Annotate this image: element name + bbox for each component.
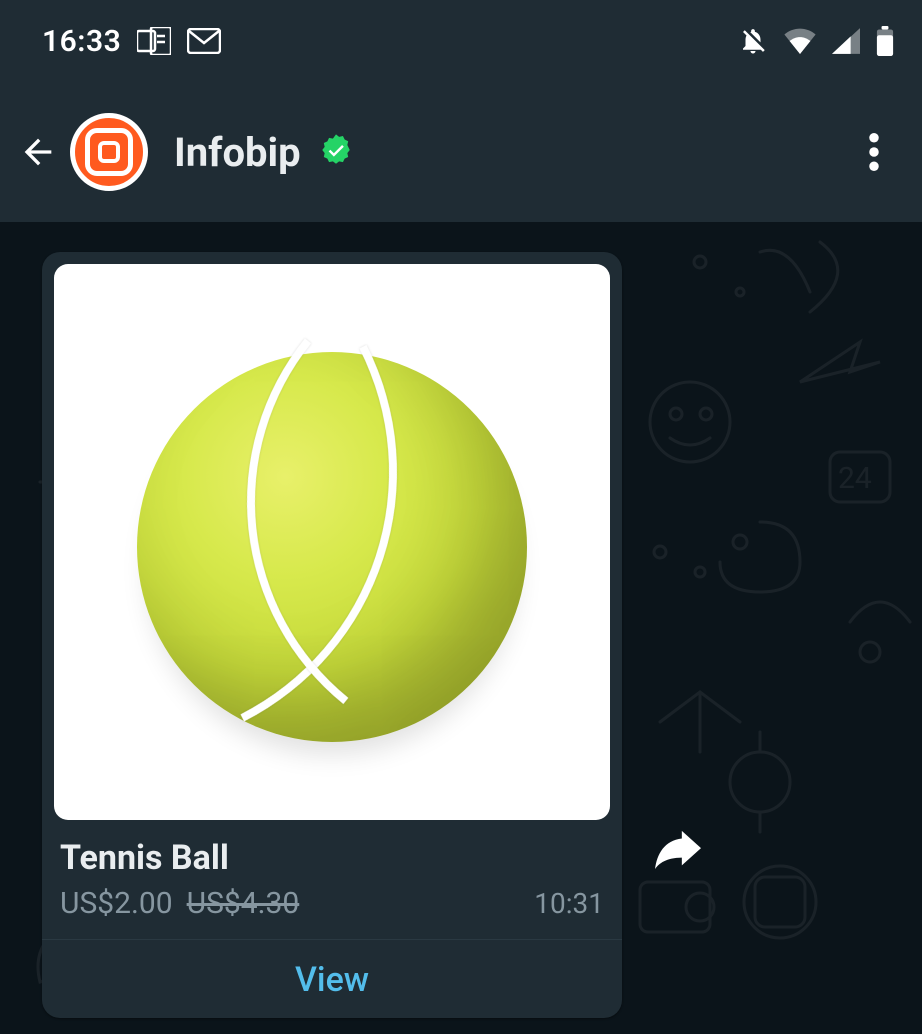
- chat-area[interactable]: 24 Tennis Ball US$2.00 US$4.30: [0, 222, 922, 1034]
- message-bubble: Tennis Ball US$2.00 US$4.30 10:31 View: [42, 252, 622, 1018]
- product-image[interactable]: [54, 264, 610, 820]
- avatar[interactable]: [70, 113, 148, 191]
- tennis-ball-graphic: [137, 352, 527, 742]
- kebab-menu-icon: [869, 133, 879, 171]
- product-old-price: US$4.30: [187, 886, 300, 921]
- view-button[interactable]: View: [54, 940, 610, 1000]
- forward-button[interactable]: [650, 822, 706, 878]
- mute-icon: [738, 26, 768, 56]
- avatar-logo: [85, 128, 133, 176]
- signal-icon: [832, 28, 860, 54]
- product-title: Tennis Ball: [60, 838, 604, 878]
- price-row: US$2.00 US$4.30 10:31: [54, 886, 610, 921]
- status-right: [738, 26, 894, 56]
- product-price: US$2.00: [60, 886, 173, 921]
- status-bar: 16:33: [0, 0, 922, 82]
- forward-icon: [655, 830, 701, 870]
- avatar-logo-inner: [98, 141, 120, 163]
- mail-icon: [187, 28, 221, 54]
- battery-icon: [876, 26, 894, 56]
- chat-title[interactable]: Infobip: [174, 129, 301, 176]
- chat-header: Infobip: [0, 82, 922, 222]
- status-time: 16:33: [42, 24, 121, 59]
- wifi-icon: [784, 28, 816, 54]
- svg-text:24: 24: [838, 461, 872, 496]
- verified-badge-icon: [319, 133, 353, 171]
- outlook-icon: [137, 27, 171, 55]
- arrow-left-icon: [18, 132, 58, 172]
- status-left: 16:33: [42, 24, 221, 59]
- message-time: 10:31: [534, 887, 604, 920]
- more-options-button[interactable]: [850, 128, 898, 176]
- back-button[interactable]: [14, 128, 62, 176]
